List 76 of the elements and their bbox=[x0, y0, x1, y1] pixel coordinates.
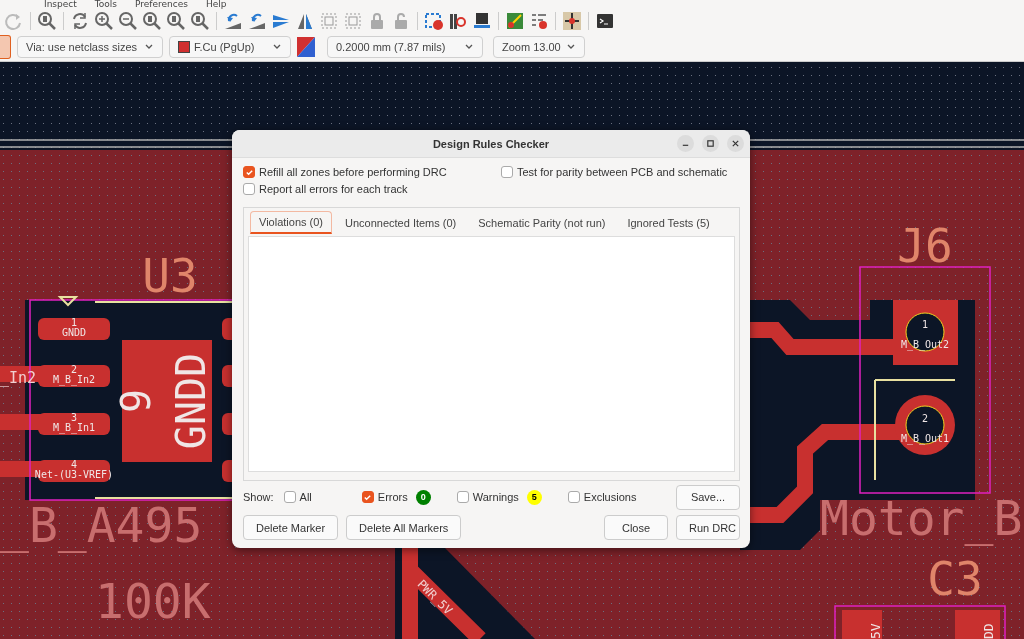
reference-label: U3 bbox=[142, 249, 198, 303]
zoom-in-icon[interactable] bbox=[94, 11, 114, 31]
zoom-page-icon[interactable] bbox=[142, 11, 162, 31]
rotate-left-icon[interactable] bbox=[223, 11, 243, 31]
checkbox[interactable] bbox=[456, 491, 469, 503]
board-check-icon[interactable] bbox=[424, 11, 444, 31]
menu-item[interactable]: Tools bbox=[94, 0, 117, 9]
checkbox-label: Report all errors for each track bbox=[259, 183, 408, 195]
checkbox[interactable] bbox=[501, 166, 513, 178]
menu-item[interactable]: Inspect bbox=[44, 0, 77, 9]
pad-label: 1 bbox=[71, 317, 77, 328]
action-button[interactable]: Run DRC bbox=[676, 515, 740, 540]
checklist-icon[interactable] bbox=[529, 11, 549, 31]
layer-color-icon bbox=[178, 41, 190, 53]
pad-label: 1 bbox=[922, 319, 928, 330]
action-button[interactable]: Delete All Markers bbox=[346, 515, 462, 540]
checkbox[interactable] bbox=[243, 183, 255, 195]
pad-label: 2 bbox=[922, 413, 928, 424]
filter-label: All bbox=[299, 491, 312, 503]
checkbox[interactable] bbox=[243, 166, 255, 178]
reference-label: J6 bbox=[897, 219, 953, 273]
library-search-icon[interactable] bbox=[448, 11, 468, 31]
checkbox-label: Test for parity between PCB and schematic bbox=[517, 166, 728, 178]
pad-label: 4 bbox=[71, 458, 77, 470]
zoom-dropdown[interactable]: Zoom 13.00 bbox=[493, 36, 585, 58]
filter-label: Errors bbox=[377, 491, 408, 503]
tab[interactable]: Unconnected Items (0) bbox=[336, 211, 466, 234]
close-icon bbox=[731, 139, 740, 148]
pad-label: 9 bbox=[113, 388, 159, 414]
tab[interactable]: Schematic Parity (not run) bbox=[469, 211, 615, 234]
track-width-dropdown[interactable]: 0.2000 mm (7.87 mils) bbox=[327, 36, 483, 58]
pad-label: 5V bbox=[868, 623, 883, 639]
refresh-icon[interactable] bbox=[70, 11, 90, 31]
menu-item[interactable]: Preferences bbox=[134, 0, 188, 9]
pad-label: GNDD bbox=[168, 352, 214, 450]
tool-button[interactable] bbox=[0, 35, 11, 59]
value-label: 100K bbox=[95, 573, 211, 629]
menu-item[interactable]: Help bbox=[205, 0, 227, 9]
checkbox[interactable] bbox=[567, 491, 580, 503]
dialog-title: Design Rules Checker bbox=[432, 137, 550, 150]
rotate-right-icon[interactable] bbox=[247, 11, 267, 31]
zoom-select-icon[interactable] bbox=[190, 11, 210, 31]
pad-label: M_B_In1 bbox=[52, 421, 96, 433]
terminal-icon[interactable] bbox=[595, 11, 615, 31]
checkbox-label: Refill all zones before performing DRC bbox=[259, 166, 447, 178]
pad-label: M_B_In2 bbox=[52, 374, 96, 386]
filter-label: Exclusions bbox=[583, 491, 637, 503]
netlist-icon[interactable] bbox=[505, 11, 525, 31]
layer-dropdown[interactable]: F.Cu (PgUp) bbox=[169, 36, 291, 58]
maximize-icon bbox=[706, 139, 715, 148]
action-button[interactable]: Delete Marker bbox=[243, 515, 339, 540]
action-button[interactable]: Close bbox=[604, 515, 668, 540]
reference-label: C3 bbox=[927, 552, 983, 606]
show-label: Show: bbox=[243, 491, 274, 503]
tab[interactable]: Violations (0) bbox=[250, 211, 332, 234]
pad-label: GNDD bbox=[61, 327, 87, 338]
monitor-icon[interactable] bbox=[472, 11, 492, 31]
maximize-button[interactable] bbox=[702, 135, 719, 152]
value-label: _B_A495 bbox=[0, 497, 203, 553]
via-size-dropdown[interactable]: Via: use netclass sizes bbox=[17, 36, 163, 58]
tab[interactable]: Ignored Tests (5) bbox=[618, 211, 719, 234]
router-icon[interactable] bbox=[562, 11, 582, 31]
close-button[interactable] bbox=[727, 135, 744, 152]
pad-label: DD bbox=[981, 623, 996, 639]
checkbox[interactable] bbox=[361, 491, 374, 503]
checkbox[interactable] bbox=[283, 491, 296, 503]
pad-label: 2 bbox=[71, 364, 77, 376]
pad-label: 3 bbox=[71, 411, 77, 423]
count-badge: 5 bbox=[526, 489, 542, 505]
value-label: Motor_B bbox=[820, 490, 1023, 546]
count-badge: 0 bbox=[415, 489, 431, 505]
zoom-text-icon[interactable] bbox=[37, 11, 57, 31]
filter-label: Warnings bbox=[472, 491, 519, 503]
save-button[interactable]: Save... bbox=[676, 484, 740, 510]
zoom-out-icon[interactable] bbox=[118, 11, 138, 31]
zoom-fit-icon[interactable] bbox=[166, 11, 186, 31]
